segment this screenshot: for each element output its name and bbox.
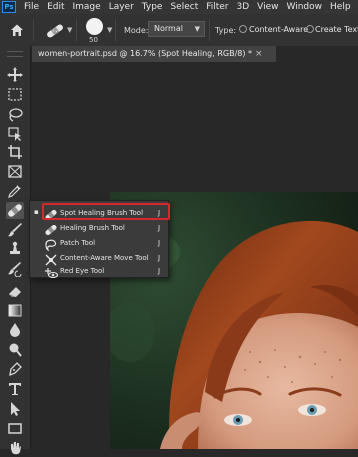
clone-stamp-icon[interactable] [6,240,24,257]
menu-3d[interactable]: 3D [237,2,250,12]
home-icon[interactable] [10,22,24,36]
panel-grip[interactable] [7,51,23,57]
divider [76,19,77,41]
menu-image[interactable]: Image [73,2,101,12]
brush-icon[interactable] [6,221,24,238]
blur-icon[interactable] [6,321,24,338]
shortcut-key: J [158,224,161,232]
menu-type[interactable]: Type [142,2,163,12]
crop-icon[interactable] [6,144,24,161]
mode-value: Normal [154,24,183,33]
type-icon[interactable] [6,380,24,397]
patch-icon [44,237,58,252]
menu-edit[interactable]: Edit [47,2,64,12]
lasso-icon[interactable] [6,106,24,123]
document-tab[interactable]: women-portrait.psd @ 16.7% (Spot Healing… [32,46,276,62]
create-texture-radio[interactable] [306,25,314,33]
highlight-annotation [42,203,170,220]
marquee-icon[interactable] [6,86,24,103]
pen-icon[interactable] [6,360,24,377]
menu-filter[interactable]: Filter [206,2,228,12]
menu-layer[interactable]: Layer [109,2,134,12]
options-bar: ▼ 50 ▼ Mode: Normal ▼ Type: Content-Awar… [0,14,358,47]
mode-label: Mode: [124,26,149,35]
spot-healing-brush-icon[interactable] [6,202,24,219]
rectangle-icon[interactable] [6,420,24,437]
shortcut-key: J [158,267,161,275]
dodge-icon[interactable] [6,341,24,358]
menu-window[interactable]: Window [287,2,323,12]
bandage-icon[interactable] [44,23,66,38]
history-brush-icon[interactable] [6,260,24,277]
brush-preview-icon[interactable] [86,18,103,35]
flyout-item-label: Content-Aware Move Tool [60,254,149,262]
menu-select[interactable]: Select [170,2,198,12]
brush-size-value: 50 [89,36,98,44]
gradient-icon[interactable] [6,302,24,319]
move-icon[interactable] [6,66,24,83]
divider [33,19,34,41]
chevron-down-icon[interactable]: ▼ [67,26,72,34]
mode-select[interactable]: Normal ▼ [148,21,205,37]
flyout-item-label: Patch Tool [60,239,96,247]
menu-bar: Ps File Edit Image Layer Type Select Fil… [0,0,358,14]
menu-help[interactable]: Help [330,2,351,12]
flyout-item-red-eye[interactable]: Red Eye Tool J [30,264,168,280]
flyout-item-label: Healing Brush Tool [60,224,125,232]
red-eye-icon [44,265,59,279]
chevron-down-icon: ▼ [194,25,200,33]
create-texture-option[interactable]: Create Texture [315,25,358,34]
frame-icon[interactable] [6,163,24,180]
content-aware-radio[interactable] [239,25,247,33]
content-aware-option[interactable]: Content-Aware [249,25,308,34]
flyout-item-label: Red Eye Tool [60,267,105,275]
object-selection-icon[interactable] [6,125,24,142]
flyout-item-patch[interactable]: Patch Tool J [30,236,168,252]
healing-brush-icon [44,222,58,236]
menu-view[interactable]: View [257,2,278,12]
selected-bullet: ▪ [34,208,39,216]
path-selection-icon[interactable] [6,400,24,417]
divider [115,19,116,41]
shortcut-key: J [158,239,161,247]
eraser-icon[interactable] [6,283,24,300]
chevron-down-icon[interactable]: ▼ [107,26,112,34]
type-label: Type: [215,26,237,35]
photoshop-logo[interactable]: Ps [2,1,16,13]
menu-file[interactable]: File [24,2,39,12]
flyout-item-healing-brush[interactable]: Healing Brush Tool J [30,221,168,237]
divider [209,19,210,41]
eyedropper-icon[interactable] [6,182,24,199]
shortcut-key: J [158,254,161,262]
close-icon[interactable]: × [255,46,263,62]
